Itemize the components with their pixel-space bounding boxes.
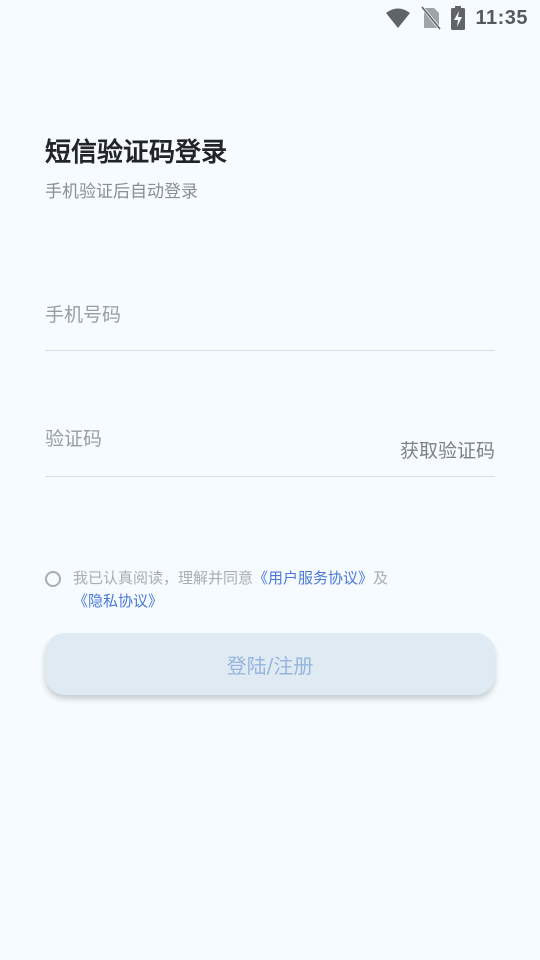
status-time: 11:35 — [475, 6, 528, 29]
page-title: 短信验证码登录 — [45, 138, 228, 168]
agreement-checkbox[interactable] — [45, 571, 61, 587]
code-field: 获取验证码 — [45, 414, 495, 477]
wifi-icon — [385, 7, 411, 29]
login-register-button[interactable]: 登陆/注册 — [45, 633, 495, 695]
login-screen: 11:35 短信验证码登录 手机验证后自动登录 获取验证码 我已认真阅读，理解并… — [0, 0, 540, 960]
privacy-policy-link[interactable]: 《隐私协议》 — [73, 592, 163, 610]
agreement-connector: 及 — [373, 569, 389, 587]
battery-charging-icon — [451, 6, 466, 30]
user-agreement-link[interactable]: 《用户服务协议》 — [253, 569, 373, 587]
no-sim-icon — [421, 6, 442, 30]
phone-input[interactable] — [45, 290, 345, 340]
agreement-label: 我已认真阅读，理解并同意 — [73, 569, 254, 587]
get-code-button[interactable]: 获取验证码 — [400, 436, 495, 463]
status-icons: 11:35 — [385, 5, 528, 31]
page-subtitle: 手机验证后自动登录 — [45, 182, 198, 202]
phone-field — [45, 290, 495, 351]
code-input[interactable] — [45, 414, 345, 464]
agreement-text: 我已认真阅读，理解并同意《用户服务协议》及《隐私协议》 — [73, 567, 493, 613]
status-bar: 11:35 — [0, 0, 540, 36]
